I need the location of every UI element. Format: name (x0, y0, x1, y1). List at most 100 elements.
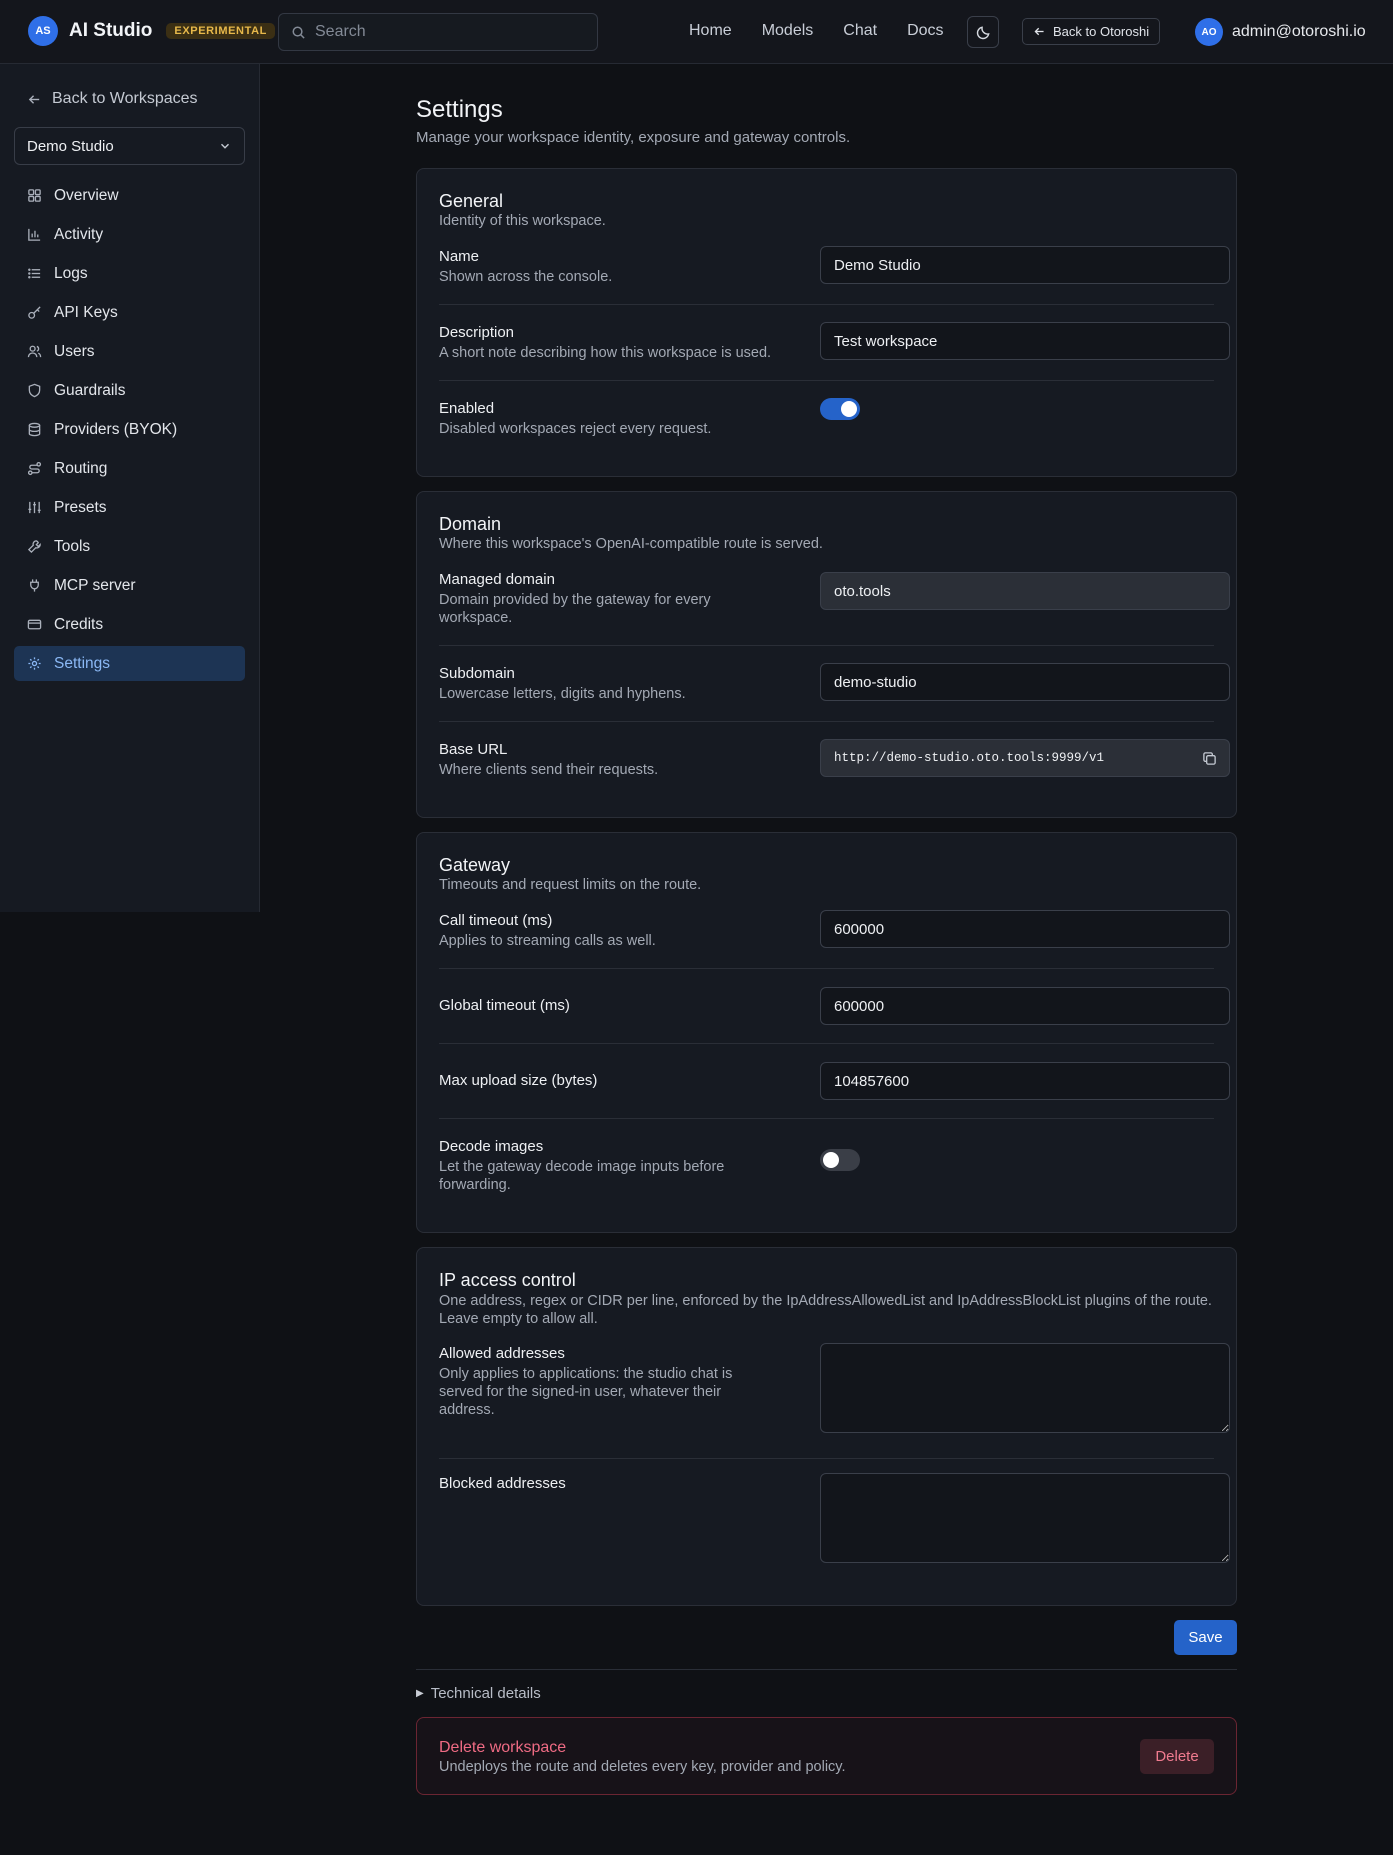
sidebar-item-label: Settings (54, 654, 111, 672)
sidebar-item-label: Providers (BYOK) (54, 420, 178, 438)
arrow-left-icon (28, 94, 40, 104)
max-upload-input[interactable] (820, 1062, 1230, 1100)
field-label: Decode images (439, 1138, 544, 1155)
top-nav: Home Models Chat Docs (689, 22, 974, 40)
search-box[interactable] (278, 13, 598, 51)
back-to-otoroshi-label: Back to Otoroshi (1053, 24, 1150, 39)
sidebar-item-credits[interactable]: Credits (14, 607, 245, 642)
workspace-select[interactable]: Demo Studio (14, 127, 245, 165)
user-menu[interactable]: AO admin@otoroshi.io (1195, 18, 1366, 46)
app-title: AI Studio (69, 20, 153, 41)
sidebar-item-overview[interactable]: Overview (14, 178, 245, 213)
back-to-otoroshi-button[interactable]: Back to Otoroshi (1022, 18, 1161, 45)
managed-domain-input (820, 572, 1230, 610)
danger-description: Undeploys the route and deletes every ke… (439, 1759, 846, 1775)
sidebar-item-activity[interactable]: Activity (14, 217, 245, 252)
sidebar-item-guardrails[interactable]: Guardrails (14, 373, 245, 408)
sidebar-item-presets[interactable]: Presets (14, 490, 245, 525)
users-icon (27, 345, 42, 358)
top-bar: AS AI Studio EXPERIMENTAL Home Models Ch… (0, 0, 1393, 64)
workspace-description-input[interactable] (820, 322, 1230, 360)
save-button[interactable]: Save (1174, 1620, 1237, 1655)
nav-docs[interactable]: Docs (907, 22, 943, 40)
sidebar-item-label: Logs (54, 264, 88, 282)
sliders-icon (28, 501, 41, 514)
sidebar-item-logs[interactable]: Logs (14, 256, 245, 291)
sidebar-item-tools[interactable]: Tools (14, 529, 245, 564)
copy-icon[interactable] (1202, 751, 1217, 766)
workspace-name-input[interactable] (820, 246, 1230, 284)
page-subtitle: Manage your workspace identity, exposure… (416, 129, 851, 146)
nav-models[interactable]: Models (762, 22, 814, 40)
sidebar-item-routing[interactable]: Routing (14, 451, 245, 486)
sidebar-item-label: Routing (54, 459, 108, 477)
decode-images-toggle[interactable] (820, 1149, 860, 1171)
sidebar-item-label: Activity (54, 225, 104, 243)
section-title: IP access control (439, 1270, 576, 1290)
danger-zone: Delete workspace Undeploys the route and… (416, 1717, 1237, 1795)
nav-home[interactable]: Home (689, 22, 732, 40)
sidebar-item-settings[interactable]: Settings (14, 646, 245, 681)
wrench-icon (27, 540, 41, 554)
section-subtitle: Where this workspace's OpenAI-compatible… (439, 536, 823, 552)
field-description: Shown across the console. (439, 269, 613, 285)
blocked-addresses-textarea[interactable] (820, 1473, 1230, 1563)
allowed-addresses-textarea[interactable] (820, 1343, 1230, 1433)
technical-details-label: Technical details (430, 1685, 541, 1702)
sidebar-item-mcp-server[interactable]: MCP server (14, 568, 245, 603)
base-url-field: http://demo-studio.oto.tools:9999/v1 (820, 739, 1230, 777)
sidebar-item-api-keys[interactable]: API Keys (14, 295, 245, 330)
field-label: Name (439, 248, 480, 265)
page-title: Settings (416, 96, 503, 123)
sidebar-item-label: Credits (54, 615, 104, 633)
route-icon (27, 461, 42, 476)
field-label: Call timeout (ms) (439, 912, 553, 929)
workspace-select-value: Demo Studio (27, 137, 114, 155)
blocked-addresses-row: Blocked addresses (439, 1473, 1230, 1585)
database-icon (28, 422, 41, 437)
field-label: Description (439, 324, 515, 341)
global-timeout-row: Global timeout (ms) (439, 987, 1230, 1044)
sidebar: Back to Workspaces Demo Studio Overview … (0, 64, 260, 912)
general-card: General Identity of this workspace. Name… (416, 168, 1237, 477)
nav-chat[interactable]: Chat (843, 22, 877, 40)
section-subtitle: Identity of this workspace. (439, 213, 606, 229)
subdomain-row: Subdomain Lowercase letters, digits and … (439, 663, 1230, 722)
theme-toggle-button[interactable] (967, 16, 999, 48)
sidebar-item-providers[interactable]: Providers (BYOK) (14, 412, 245, 447)
arrow-left-icon (1034, 27, 1044, 36)
sidebar-item-label: API Keys (54, 303, 118, 321)
section-title: Gateway (439, 855, 511, 875)
danger-title: Delete workspace (439, 1739, 567, 1756)
search-input[interactable] (315, 23, 585, 41)
back-to-workspaces-label: Back to Workspaces (52, 90, 198, 107)
credit-card-icon (27, 619, 42, 630)
app-logo: AS (28, 16, 58, 46)
field-label: Blocked addresses (439, 1475, 566, 1492)
technical-details-toggle[interactable]: ▶ Technical details (416, 1685, 541, 1702)
gear-icon (28, 657, 41, 670)
sidebar-item-users[interactable]: Users (14, 334, 245, 369)
name-row: Name Shown across the console. (439, 246, 1230, 305)
brand[interactable]: AS AI Studio EXPERIMENTAL (28, 16, 275, 46)
subdomain-input[interactable] (820, 663, 1230, 701)
field-label: Subdomain (439, 665, 515, 682)
bar-chart-icon (28, 228, 41, 241)
sidebar-item-label: Presets (54, 498, 107, 516)
plug-icon (30, 579, 39, 592)
global-timeout-input[interactable] (820, 987, 1230, 1025)
call-timeout-input[interactable] (820, 910, 1230, 948)
section-title: General (439, 191, 504, 211)
call-timeout-row: Call timeout (ms) Applies to streaming c… (439, 910, 1230, 969)
sidebar-item-label: Users (54, 342, 95, 360)
enabled-toggle[interactable] (820, 398, 860, 420)
sidebar-item-label: Tools (54, 537, 91, 555)
field-label: Enabled (439, 400, 495, 417)
list-icon (28, 268, 41, 279)
field-description: Applies to streaming calls as well. (439, 933, 656, 949)
key-icon (28, 306, 41, 319)
sidebar-item-label: MCP server (54, 576, 136, 594)
back-to-workspaces-link[interactable]: Back to Workspaces (27, 90, 198, 108)
avatar: AO (1195, 18, 1223, 46)
delete-workspace-button[interactable]: Delete (1140, 1739, 1214, 1774)
